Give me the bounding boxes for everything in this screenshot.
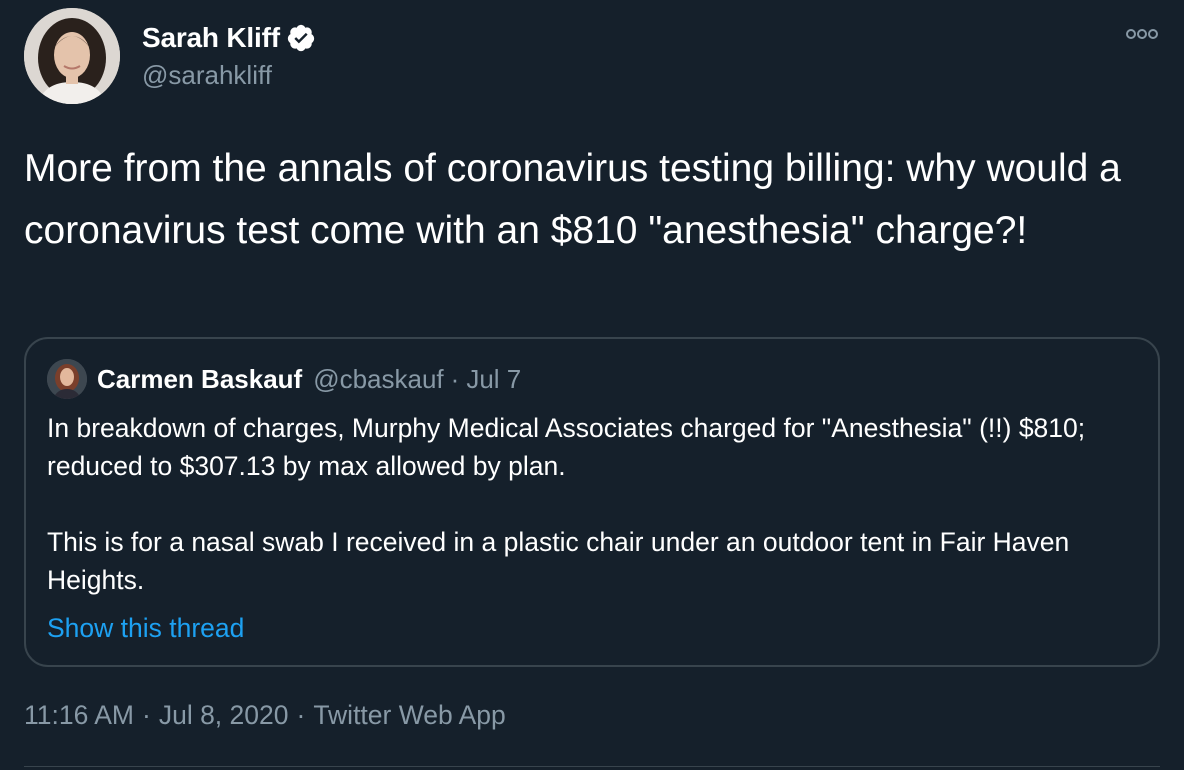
meta-separator: ·	[142, 700, 151, 730]
quoted-tweet-header: Carmen Baskauf @cbaskauf · Jul 7	[47, 359, 521, 399]
tweet-text: More from the annals of coronavirus test…	[24, 147, 1132, 252]
author-avatar[interactable]	[24, 8, 120, 104]
quoted-separator: ·	[450, 363, 460, 394]
tweet-source[interactable]: Twitter Web App	[313, 700, 505, 731]
quoted-author-avatar-image	[47, 359, 87, 399]
quoted-author-avatar	[47, 359, 87, 399]
show-thread-link[interactable]: Show this thread	[47, 609, 244, 647]
divider	[24, 766, 1160, 767]
tweet-date[interactable]: Jul 8, 2020	[159, 700, 289, 731]
author-name[interactable]: Sarah Kliff	[142, 22, 280, 54]
author-handle[interactable]: @sarahkliff	[142, 60, 272, 91]
quoted-tweet-text: In breakdown of charges, Murphy Medical …	[47, 413, 1086, 595]
tweet-metadata: 11:16 AM · Jul 8, 2020 · Twitter Web App	[24, 700, 506, 731]
tweet: Sarah Kliff @sarahkliff More from the an…	[0, 0, 1184, 770]
quoted-author-name: Carmen Baskauf	[97, 363, 303, 394]
quoted-date: Jul 7	[466, 363, 522, 394]
tweet-time[interactable]: 11:16 AM	[24, 700, 134, 731]
meta-separator: ·	[296, 700, 306, 730]
quoted-author-handle: @cbaskauf	[313, 363, 444, 394]
more-options-icon[interactable]	[1124, 24, 1160, 44]
quoted-tweet-card[interactable]: Carmen Baskauf @cbaskauf · Jul 7 In brea…	[24, 337, 1160, 667]
author-avatar-image	[24, 8, 120, 104]
verified-badge-icon	[286, 23, 316, 53]
author-name-row: Sarah Kliff	[142, 21, 316, 55]
